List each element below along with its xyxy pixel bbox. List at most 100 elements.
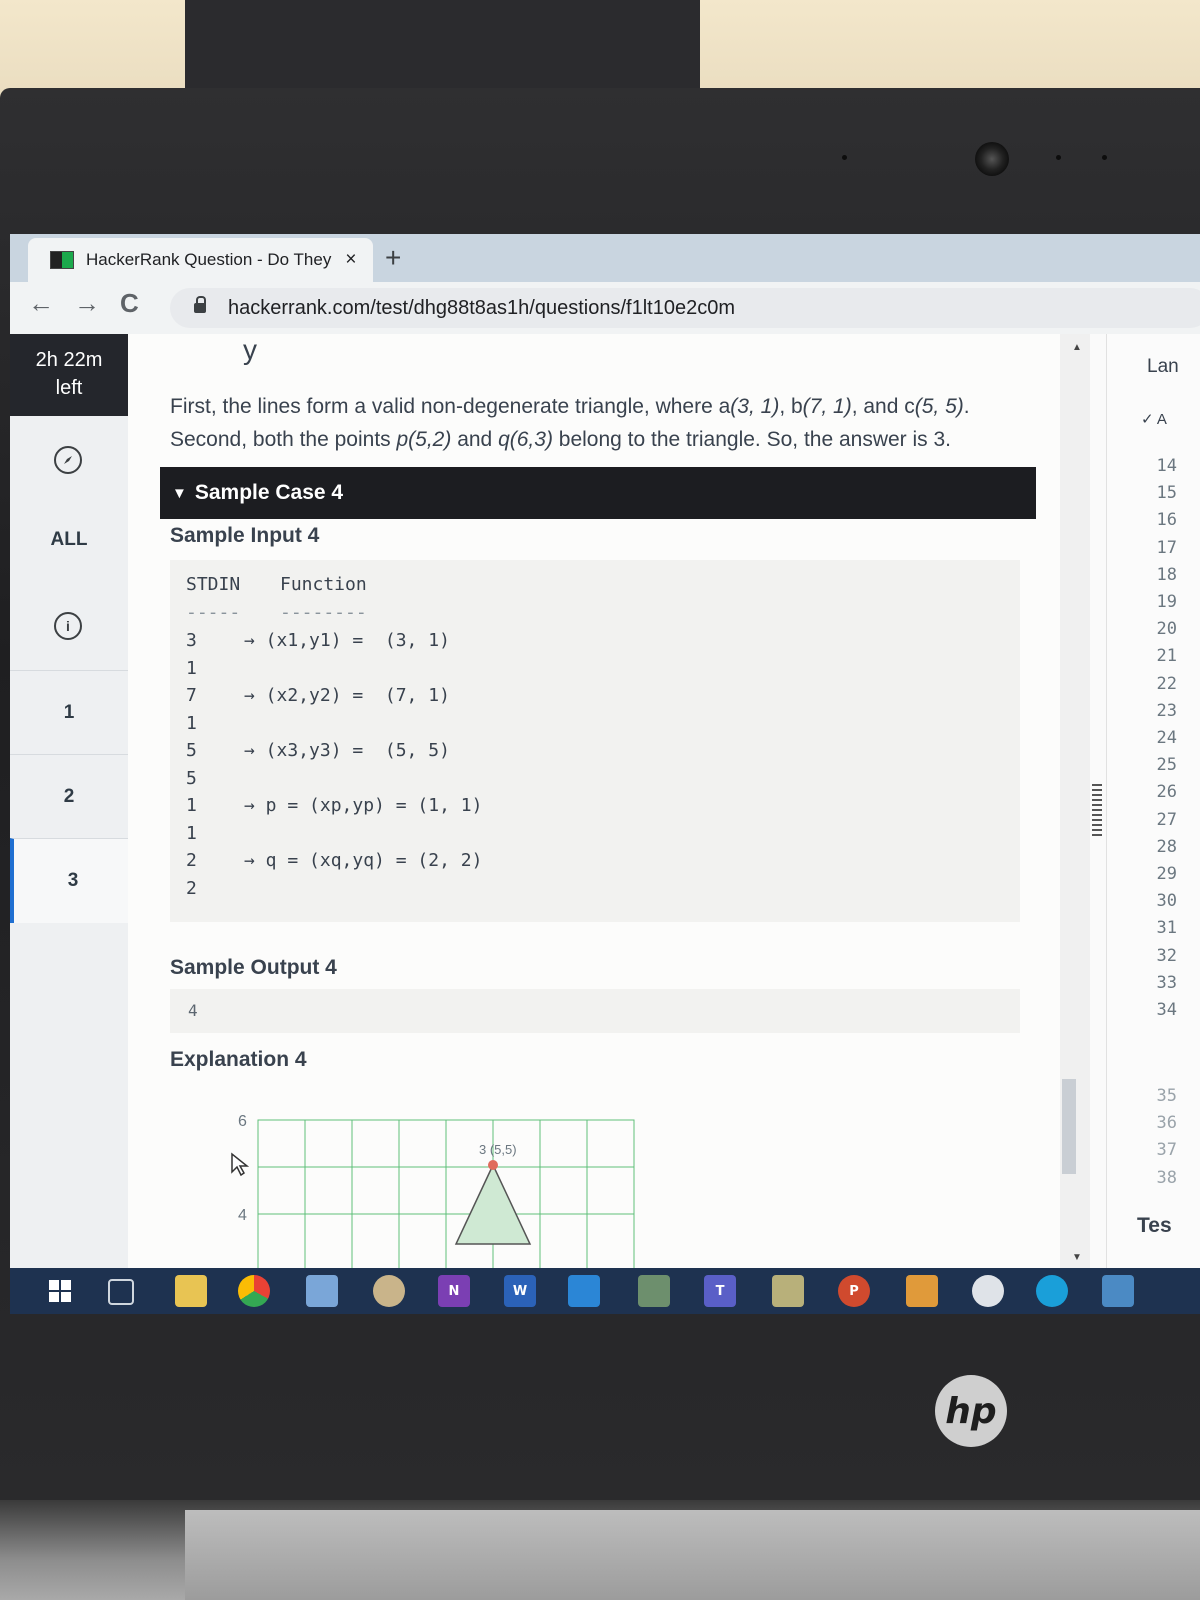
line-number: 35 bbox=[1156, 1086, 1177, 1106]
mouse-cursor-icon bbox=[231, 1152, 250, 1177]
language-selector[interactable]: Lan bbox=[1147, 356, 1179, 378]
question-nav-2[interactable]: 2 bbox=[10, 754, 128, 839]
hp-logo: hp bbox=[935, 1375, 1007, 1447]
url-text: hackerrank.com/test/dhg88t8as1h/question… bbox=[228, 296, 735, 319]
webcam-icon bbox=[975, 142, 1009, 176]
stdin-value: 3 bbox=[186, 630, 197, 651]
reload-icon[interactable]: C bbox=[120, 288, 139, 319]
chrome-icon[interactable] bbox=[238, 1275, 270, 1307]
external-monitor bbox=[185, 0, 700, 92]
code-editor-pane: Lan ✓ A 14 15 16 17 18 19 20 21 22 23 24 25 26 27 28 29… bbox=[1106, 334, 1200, 1268]
check-icon: ✓ bbox=[1141, 411, 1154, 428]
hackerrank-page: 2h 22m left ALL i 1 2 3 y First, the lin… bbox=[10, 334, 1200, 1270]
function-note: → q = (xq,yq) = (2, 2) bbox=[244, 850, 483, 871]
browser-toolbar: ← → C hackerrank.com/test/dhg88t8as1h/qu… bbox=[10, 282, 1200, 334]
scroll-up-icon[interactable]: ▲ bbox=[1072, 342, 1082, 353]
sensor-dot bbox=[1102, 155, 1107, 160]
question-sidebar: 2h 22m left ALL i 1 2 3 bbox=[10, 334, 132, 1268]
stdin-value: 2 bbox=[186, 877, 197, 899]
vertex-point bbox=[488, 1160, 498, 1170]
line-number: 20 bbox=[1156, 619, 1177, 640]
word-icon[interactable]: W bbox=[504, 1275, 536, 1307]
tab-title: HackerRank Question - Do They bbox=[86, 250, 332, 269]
laptop-hinge bbox=[185, 1510, 1200, 1600]
pane-resize-handle[interactable] bbox=[1092, 784, 1102, 839]
paint-icon[interactable] bbox=[373, 1275, 405, 1307]
explanation-text: belong to the triangle. So, the answer i… bbox=[552, 428, 952, 451]
scroll-down-icon[interactable]: ▼ bbox=[1072, 1252, 1082, 1263]
edge-icon[interactable] bbox=[1036, 1275, 1068, 1307]
compass-icon[interactable] bbox=[54, 446, 82, 474]
stdin-header: STDIN bbox=[186, 574, 241, 595]
powerpoint-icon[interactable]: P bbox=[838, 1275, 870, 1307]
file-explorer-icon[interactable] bbox=[175, 1275, 207, 1307]
task-view-icon[interactable] bbox=[108, 1279, 134, 1305]
line-number: 26 bbox=[1156, 782, 1177, 803]
explanation-text: First, the lines form a valid non-degene… bbox=[170, 395, 731, 418]
browser-tab-bar: HackerRank Question - Do They × + bbox=[10, 234, 1200, 282]
stdin-value: 5 bbox=[186, 740, 197, 761]
all-questions-link[interactable]: ALL bbox=[10, 529, 128, 551]
line-number: 31 bbox=[1156, 918, 1177, 939]
stdin-value: 2 bbox=[186, 850, 197, 871]
sensor-dot bbox=[1056, 155, 1061, 160]
address-bar[interactable]: hackerrank.com/test/dhg88t8as1h/question… bbox=[170, 288, 1200, 328]
line-number: 14 bbox=[1156, 456, 1177, 476]
timer-value: 2h 22m bbox=[35, 349, 103, 371]
time-remaining: 2h 22m left bbox=[10, 334, 128, 416]
line-number: 37 bbox=[1156, 1140, 1177, 1161]
triangle-graph: 6 4 3 (5,5) bbox=[238, 1113, 635, 1270]
triangle-shape bbox=[454, 1163, 532, 1245]
teams-icon[interactable]: T bbox=[704, 1275, 736, 1307]
forward-icon[interactable]: → bbox=[74, 288, 100, 319]
onenote-icon[interactable]: N bbox=[438, 1275, 470, 1307]
stdin-value: 1 bbox=[186, 795, 197, 816]
photos-viewer-icon[interactable] bbox=[1102, 1275, 1134, 1307]
new-tab-button[interactable]: + bbox=[385, 242, 401, 274]
line-number: 19 bbox=[1156, 592, 1177, 612]
text-sep: , and c bbox=[851, 395, 915, 418]
line-number: 32 bbox=[1156, 945, 1177, 966]
app-icon[interactable] bbox=[306, 1275, 338, 1307]
line-number: 29 bbox=[1156, 864, 1177, 884]
stdin-rule: ----- bbox=[186, 602, 241, 623]
function-note: → (x3,y3) = (5, 5) bbox=[244, 740, 450, 761]
sample-case-title: Sample Case 4 bbox=[194, 481, 344, 504]
chart-app-icon[interactable] bbox=[772, 1275, 804, 1307]
line-number: 27 bbox=[1156, 809, 1177, 830]
test-results-tab[interactable]: Tes bbox=[1137, 1214, 1172, 1238]
laptop-screen: HackerRank Question - Do They × + ← → C … bbox=[10, 234, 1200, 1314]
line-number: 21 bbox=[1156, 646, 1177, 667]
browser-tab[interactable]: HackerRank Question - Do They × bbox=[28, 238, 373, 282]
scroll-thumb[interactable] bbox=[1062, 1079, 1076, 1174]
graph-grid bbox=[257, 1119, 635, 1270]
line-number: 38 bbox=[1156, 1167, 1177, 1188]
stdin-value: 7 bbox=[186, 685, 197, 706]
sample-case-header[interactable]: ▼ Sample Case 4 bbox=[160, 467, 1036, 519]
question-nav-1[interactable]: 1 bbox=[10, 670, 128, 755]
photos-icon[interactable] bbox=[906, 1275, 938, 1307]
vscode-icon[interactable] bbox=[568, 1275, 600, 1307]
text-sep: and bbox=[451, 428, 499, 451]
snipping-tool-icon[interactable] bbox=[638, 1275, 670, 1307]
info-icon[interactable]: i bbox=[54, 612, 82, 640]
function-rule: -------- bbox=[280, 602, 367, 623]
hackerrank-favicon-icon bbox=[50, 251, 74, 269]
back-icon[interactable]: ← bbox=[28, 288, 54, 319]
partial-text: y bbox=[243, 334, 257, 365]
problem-statement: y First, the lines form a valid non-dege… bbox=[128, 334, 1090, 1270]
point-a: (3, 1) bbox=[730, 395, 780, 418]
sample-output-block: 4 bbox=[170, 989, 1020, 1033]
y-label-6: 6 bbox=[238, 1113, 247, 1130]
autocomplete-label: A bbox=[1156, 411, 1167, 428]
line-number: 17 bbox=[1156, 537, 1177, 558]
question-nav-3[interactable]: 3 bbox=[10, 838, 132, 923]
text-sep: , b bbox=[779, 395, 803, 418]
explanation-paragraph: First, the lines form a valid non-degene… bbox=[170, 390, 1050, 456]
close-tab-icon[interactable]: × bbox=[345, 249, 356, 271]
windows-start-icon[interactable] bbox=[44, 1275, 76, 1307]
autocomplete-toggle[interactable]: ✓ A bbox=[1141, 410, 1167, 428]
app-icon-avatar[interactable] bbox=[972, 1275, 1004, 1307]
line-number: 16 bbox=[1156, 510, 1177, 531]
line-number: 15 bbox=[1156, 483, 1177, 504]
